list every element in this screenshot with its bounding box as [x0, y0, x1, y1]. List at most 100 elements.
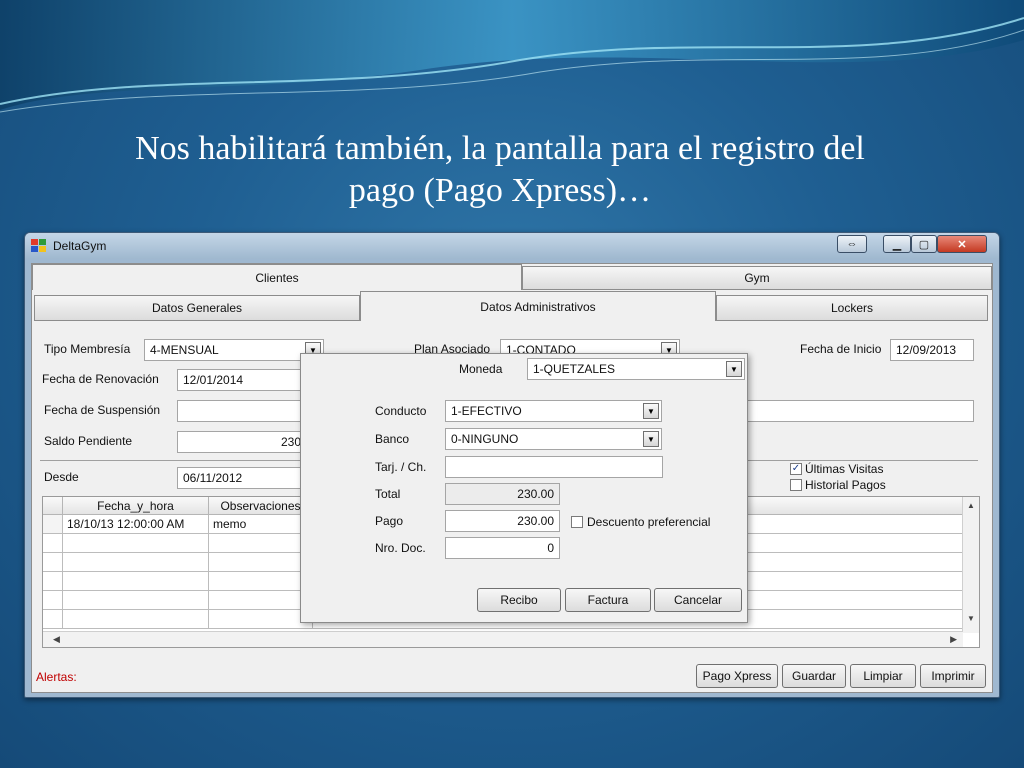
- notes-field[interactable]: [742, 400, 974, 422]
- table-cell[interactable]: [209, 534, 313, 553]
- desde-field[interactable]: 06/11/2012: [177, 467, 307, 489]
- chevron-down-icon[interactable]: ▼: [643, 403, 659, 419]
- minimize-button[interactable]: ▁: [883, 235, 911, 253]
- descuento-label: Descuento preferencial: [587, 515, 711, 529]
- historial-pagos-label: Historial Pagos: [805, 478, 886, 492]
- banco-label: Banco: [375, 432, 410, 446]
- moneda-value: 1-QUETZALES: [533, 362, 616, 376]
- table-cell[interactable]: [209, 553, 313, 572]
- factura-button[interactable]: Factura: [565, 588, 651, 612]
- tab-datos-administrativos[interactable]: Datos Administrativos: [360, 291, 716, 321]
- table-cell[interactable]: [63, 591, 209, 610]
- horizontal-scrollbar[interactable]: ◀ ▶: [43, 631, 963, 647]
- conducto-value: 1-EFECTIVO: [451, 404, 522, 418]
- ultimas-visitas-label: Últimas Visitas: [805, 462, 884, 476]
- tab-lockers[interactable]: Lockers: [716, 295, 988, 321]
- table-cell[interactable]: [209, 610, 313, 629]
- moneda-select[interactable]: 1-QUETZALES ▼: [527, 358, 745, 380]
- fecha-inicio-label: Fecha de Inicio: [800, 342, 882, 356]
- moneda-label: Moneda: [459, 362, 503, 376]
- fecha-suspension-label: Fecha de Suspensión: [44, 403, 161, 417]
- total-field: 230.00: [445, 483, 560, 505]
- tipo-membresia-label: Tipo Membresía: [44, 342, 131, 356]
- row-selector[interactable]: [43, 591, 63, 610]
- table-cell[interactable]: [63, 610, 209, 629]
- pago-field[interactable]: 230.00: [445, 510, 560, 532]
- row-selector[interactable]: [43, 572, 63, 591]
- fecha-renovacion-field[interactable]: 12/01/2014: [177, 369, 307, 391]
- window-title: DeltaGym: [53, 239, 107, 253]
- nro-doc-field[interactable]: 0: [445, 537, 560, 559]
- fecha-suspension-field[interactable]: [177, 400, 307, 422]
- table-cell[interactable]: [63, 572, 209, 591]
- minimize-icon: ▁: [892, 238, 902, 251]
- tab-lockers-label: Lockers: [830, 301, 874, 315]
- total-label: Total: [375, 487, 401, 501]
- guardar-button[interactable]: Guardar: [782, 664, 846, 688]
- app-logo-icon: [31, 239, 46, 252]
- maximize-icon: ▢: [918, 238, 930, 251]
- fecha-renovacion-label: Fecha de Renovación: [42, 372, 159, 386]
- table-cell[interactable]: memo: [209, 515, 313, 534]
- pago-xpress-dialog: Moneda 1-QUETZALES ▼ Conducto 1-EFECTIVO…: [300, 353, 748, 623]
- row-selector[interactable]: [43, 553, 63, 572]
- maximize-button[interactable]: ▢: [911, 235, 937, 253]
- alertas-label: Alertas:: [36, 670, 77, 684]
- tab-gym[interactable]: Gym: [522, 266, 992, 290]
- imprimir-button[interactable]: Imprimir: [920, 664, 986, 688]
- scroll-right-icon[interactable]: ▶: [950, 634, 957, 645]
- row-selector[interactable]: [43, 610, 63, 629]
- slide-title: Nos habilitará también, la pantalla para…: [0, 128, 1000, 212]
- tarj-field[interactable]: [445, 456, 663, 478]
- pago-label: Pago: [375, 514, 404, 528]
- column-header-observaciones[interactable]: Observaciones: [209, 497, 313, 515]
- saldo-pendiente-label: Saldo Pendiente: [44, 434, 133, 448]
- close-icon: ✕: [957, 238, 967, 251]
- vertical-scrollbar[interactable]: ▲ ▼: [962, 497, 979, 633]
- ultimas-visitas-checkbox[interactable]: ✓: [790, 463, 802, 475]
- resize-icon: ⇔: [846, 238, 858, 250]
- column-header-fecha[interactable]: Fecha_y_hora: [63, 497, 209, 515]
- table-cell[interactable]: [63, 534, 209, 553]
- scroll-left-icon[interactable]: ◀: [53, 634, 60, 645]
- chevron-down-icon[interactable]: ▼: [726, 361, 742, 377]
- title-bar[interactable]: DeltaGym ⇔ ▁ ▢ ✕: [25, 233, 999, 259]
- conducto-select[interactable]: 1-EFECTIVO ▼: [445, 400, 662, 422]
- banco-select[interactable]: 0-NINGUNO ▼: [445, 428, 662, 450]
- nro-doc-label: Nro. Doc.: [375, 541, 426, 555]
- scroll-down-icon[interactable]: ▼: [963, 614, 979, 623]
- recibo-button[interactable]: Recibo: [477, 588, 561, 612]
- grid-corner: [43, 497, 63, 515]
- slide-title-line-2: pago (Pago Xpress)…: [348, 172, 652, 209]
- fecha-inicio-field[interactable]: 12/09/2013: [890, 339, 974, 361]
- limpiar-button[interactable]: Limpiar: [850, 664, 916, 688]
- saldo-pendiente-field[interactable]: 230: [177, 431, 307, 453]
- slide-title-line-1: Nos habilitará también, la pantalla para…: [135, 130, 865, 167]
- decorative-wave: [0, 0, 1024, 113]
- tab-clientes-label: Clientes: [255, 270, 299, 285]
- chevron-down-icon[interactable]: ▼: [643, 431, 659, 447]
- tab-gym-label: Gym: [744, 271, 770, 285]
- scroll-up-icon[interactable]: ▲: [963, 501, 979, 510]
- tab-datos-administrativos-label: Datos Administrativos: [480, 299, 596, 314]
- table-cell[interactable]: 18/10/13 12:00:00 AM: [63, 515, 209, 534]
- banco-value: 0-NINGUNO: [451, 432, 519, 446]
- tipo-membresia-select[interactable]: 4-MENSUAL ▼: [144, 339, 324, 361]
- pago-xpress-button[interactable]: Pago Xpress: [696, 664, 778, 688]
- tab-clientes[interactable]: Clientes: [32, 264, 522, 290]
- conducto-label: Conducto: [375, 404, 427, 418]
- table-cell[interactable]: [209, 572, 313, 591]
- tab-datos-generales[interactable]: Datos Generales: [34, 295, 360, 321]
- descuento-checkbox[interactable]: [571, 516, 583, 528]
- resize-button[interactable]: ⇔: [837, 235, 867, 253]
- historial-pagos-checkbox[interactable]: [790, 479, 802, 491]
- row-selector[interactable]: [43, 534, 63, 553]
- tipo-membresia-value: 4-MENSUAL: [150, 343, 219, 357]
- close-button[interactable]: ✕: [937, 235, 987, 253]
- cancelar-button[interactable]: Cancelar: [654, 588, 742, 612]
- table-cell[interactable]: [209, 591, 313, 610]
- row-selector[interactable]: [43, 515, 63, 534]
- table-cell[interactable]: [63, 553, 209, 572]
- tarj-label: Tarj. / Ch.: [375, 460, 427, 474]
- desde-label: Desde: [44, 470, 79, 484]
